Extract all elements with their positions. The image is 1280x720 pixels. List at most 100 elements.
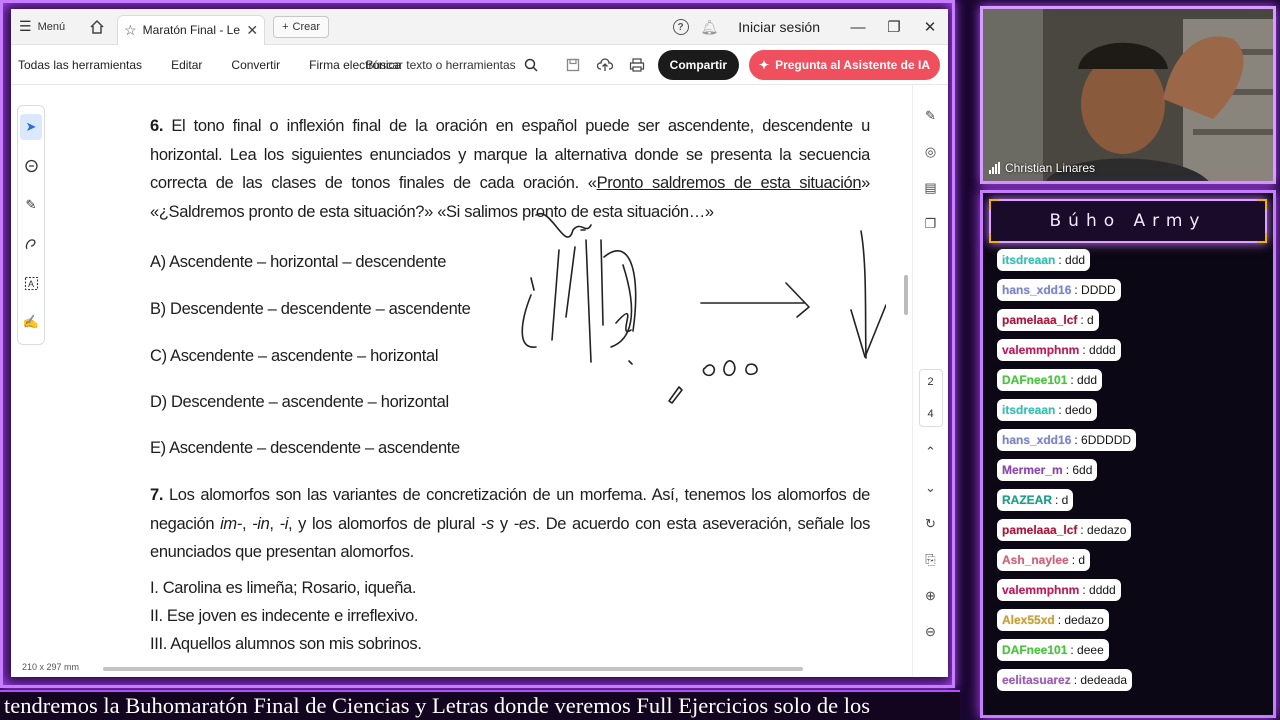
signin-button[interactable]: Iniciar sesión: [738, 19, 820, 35]
chat-username[interactable]: itsdreaan: [1002, 403, 1055, 417]
ai-assistant-button[interactable]: ✦ Pregunta al Asistente de IA: [749, 50, 940, 80]
rotate-icon[interactable]: ↻: [920, 513, 942, 535]
chat-text: : dedazo: [1080, 523, 1127, 537]
zoom-out-icon[interactable]: ⊖: [920, 621, 942, 643]
svg-text:A: A: [28, 279, 34, 289]
chat-username[interactable]: itsdreaan: [1002, 253, 1055, 267]
document-tab[interactable]: ☆ Maratón Final - Leng... ✕: [117, 14, 266, 45]
chat-username[interactable]: eelitasuarez: [1002, 673, 1071, 687]
corner-decoration: [989, 199, 999, 209]
sign-pen-icon[interactable]: ✍: [20, 309, 42, 335]
corner-decoration: [1257, 199, 1267, 209]
zoom-in-icon[interactable]: ⊕: [920, 585, 942, 607]
star-icon[interactable]: ☆: [124, 22, 137, 39]
minimize-icon[interactable]: —: [840, 19, 876, 36]
menu-all-tools[interactable]: Todas las herramientas: [18, 58, 142, 72]
left-tool-panel: ➤ ✎ A ✍: [17, 105, 45, 345]
ai-assistant-label: Pregunta al Asistente de IA: [775, 58, 930, 72]
home-icon[interactable]: [87, 17, 107, 37]
chat-username[interactable]: pamelaaa_lcf: [1002, 523, 1077, 537]
bell-icon[interactable]: 🔔︎: [701, 19, 719, 36]
chat-text: : deee: [1070, 643, 1104, 657]
share-button[interactable]: Compartir: [657, 50, 739, 80]
chat-username[interactable]: DAFnee101: [1002, 373, 1067, 387]
chat-username[interactable]: pamelaaa_lcf: [1002, 313, 1077, 327]
chat-message: Mermer_m: 6dd: [997, 459, 1098, 481]
upload-icon[interactable]: [594, 54, 616, 76]
save-icon[interactable]: [562, 54, 584, 76]
chat-text: : dddd: [1082, 583, 1116, 597]
chat-username[interactable]: valemmphnm: [1002, 583, 1079, 597]
chat-username[interactable]: Alex55xd: [1002, 613, 1055, 627]
menu-convert[interactable]: Convertir: [231, 58, 280, 72]
restore-icon[interactable]: ❐: [876, 18, 912, 36]
corner-decoration: [989, 233, 999, 243]
chat-text: : ddd: [1070, 373, 1098, 387]
hamburger-icon: ☰: [19, 18, 32, 34]
pdf-viewer-window: ☰ Menú ☆ Maratón Final - Leng... ✕ + Cre…: [11, 9, 948, 677]
plus-icon: +: [282, 20, 289, 33]
total-pages: 4: [927, 408, 934, 420]
chat-username[interactable]: Mermer_m: [1002, 463, 1063, 477]
chat-text: : dedazo: [1057, 613, 1104, 627]
workspace: ➤ ✎ A ✍ 6. El tono final o inflexión fin…: [11, 85, 948, 677]
help-icon[interactable]: ?: [672, 19, 689, 35]
chat-title: Búho Army: [989, 199, 1267, 243]
chat-message: pamelaaa_lcf: d: [997, 309, 1099, 331]
chat-message: itsdreaan: ddd: [997, 249, 1091, 271]
chat-username[interactable]: valemmphnm: [1002, 343, 1079, 357]
search-icon: [524, 58, 538, 72]
chat-message: Ash_naylee: d: [997, 549, 1091, 571]
create-button[interactable]: + Crear: [273, 15, 330, 38]
signal-bars-icon: [989, 162, 1000, 174]
highlight-pen-icon[interactable]: ✎: [20, 192, 42, 218]
chat-text: : 6dd: [1065, 463, 1093, 477]
chat-text: : ddd: [1058, 253, 1086, 267]
chevron-up-icon[interactable]: ⌃: [920, 441, 942, 463]
close-window-icon[interactable]: ✕: [912, 18, 948, 36]
corner-decoration: [1257, 233, 1267, 243]
chat-message: pamelaaa_lcf: dedazo: [997, 519, 1132, 541]
ai-document-icon[interactable]: ✎: [920, 105, 942, 127]
chat-message: hans_xdd16: DDDD: [997, 279, 1121, 301]
horizontal-scrollbar[interactable]: [103, 667, 803, 671]
chat-username[interactable]: DAFnee101: [1002, 643, 1067, 657]
vertical-scrollbar[interactable]: [904, 275, 908, 315]
chat-text: : d: [1071, 553, 1086, 567]
comment-bubble-icon[interactable]: ◎: [920, 141, 942, 163]
bookmark-icon[interactable]: ▤: [920, 177, 942, 199]
extract-page-icon[interactable]: ⎘: [920, 549, 942, 571]
chat-message-list: itsdreaan: ddd hans_xdd16: DDDD pamelaaa_l…: [997, 249, 1267, 691]
chat-username[interactable]: RAZEAR: [1002, 493, 1052, 507]
tab-title: Maratón Final - Leng...: [142, 23, 241, 37]
chat-text: : dedeada: [1073, 673, 1128, 687]
draw-freeform-icon[interactable]: [20, 231, 42, 257]
pdf-page: 6. El tono final o inflexión final de la…: [111, 85, 886, 660]
chat-text: : 6DDDDD: [1074, 433, 1132, 447]
close-tab-icon[interactable]: ✕: [246, 22, 258, 39]
chat-username[interactable]: hans_xdd16: [1002, 433, 1071, 447]
chat-text: : dddd: [1082, 343, 1116, 357]
print-icon[interactable]: [626, 54, 648, 76]
ai-sparkle-icon: ✦: [759, 58, 770, 72]
toolbar: Todas las herramientas Editar Convertir …: [11, 45, 948, 85]
chat-message: RAZEAR: d: [997, 489, 1074, 511]
window-controls: ? 🔔︎ Iniciar sesión — ❐ ✕: [672, 9, 948, 45]
search-tools[interactable]: Buscar texto o herramientas: [366, 58, 538, 72]
select-cursor-icon[interactable]: ➤: [20, 114, 42, 140]
chevron-down-icon[interactable]: ⌄: [920, 477, 942, 499]
caption-bar: tendremos la Buhomaratón Final de Cienci…: [0, 690, 960, 720]
chat-username[interactable]: hans_xdd16: [1002, 283, 1071, 297]
right-rail: ✎ ◎ ▤ ❐ 2 4 ⌃ ⌄ ↻ ⎘ ⊕ ⊖: [912, 85, 948, 677]
menu-button[interactable]: ☰ Menú: [19, 18, 65, 35]
handwritten-annotations: [521, 212, 886, 404]
chat-username[interactable]: Ash_naylee: [1002, 553, 1069, 567]
text-box-icon[interactable]: A: [20, 270, 42, 296]
add-comment-icon[interactable]: [20, 153, 42, 179]
chat-message: hans_xdd16: 6DDDDD: [997, 429, 1137, 451]
chat-message: itsdreaan: dedo: [997, 399, 1097, 421]
chat-panel: Búho Army itsdreaan: ddd hans_xdd16: DDDD…: [980, 190, 1276, 718]
menu-edit[interactable]: Editar: [171, 58, 202, 72]
create-label: Crear: [292, 20, 321, 33]
copy-pages-icon[interactable]: ❐: [920, 213, 942, 235]
